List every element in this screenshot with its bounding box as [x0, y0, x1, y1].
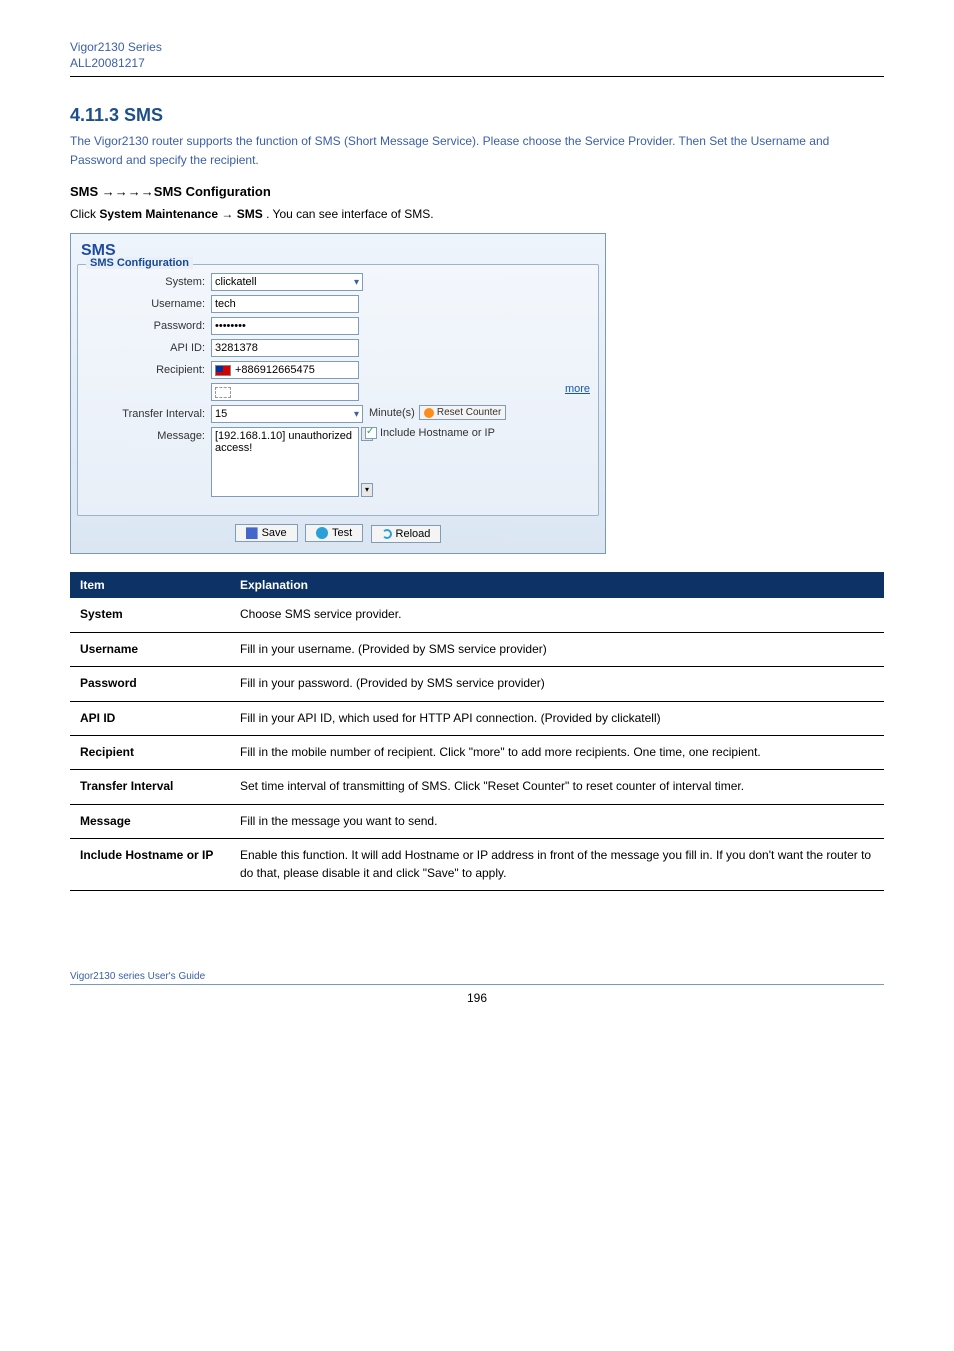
term: Username: [70, 632, 230, 666]
term: Transfer Interval: [70, 770, 230, 804]
save-label: Save: [262, 527, 287, 539]
table-row: UsernameFill in your username. (Provided…: [70, 632, 884, 666]
interval-value: 15: [215, 408, 227, 420]
path-bold-b: SMS: [237, 207, 263, 221]
table-row: MessageFill in the message you want to s…: [70, 804, 884, 838]
arrow-icon: →: [221, 207, 233, 221]
flag-empty-icon: [215, 387, 231, 398]
system-select[interactable]: clickatell ▾: [211, 273, 363, 291]
row-message: Message: [192.168.1.10] unauthorized acc…: [86, 427, 590, 497]
recipient-input-1[interactable]: +886912665475: [211, 361, 359, 379]
desc: Set time interval of transmitting of SMS…: [230, 770, 884, 804]
header-subtitle: ALL20081217: [70, 56, 884, 70]
password-input[interactable]: [211, 317, 359, 335]
desc: Choose SMS service provider.: [230, 598, 884, 632]
table-row: RecipientFill in the mobile number of re…: [70, 735, 884, 769]
sms-screenshot: SMS SMS Configuration System: clickatell…: [70, 233, 606, 554]
desc: Fill in your username. (Provided by SMS …: [230, 632, 884, 666]
term: Recipient: [70, 735, 230, 769]
minutes-label: Minute(s): [369, 407, 415, 419]
footer-note: Vigor2130 series User's Guide: [70, 971, 884, 982]
label-interval: Transfer Interval:: [86, 405, 211, 420]
description-table: Item Explanation SystemChoose SMS servic…: [70, 572, 884, 891]
table-row: API IDFill in your API ID, which used fo…: [70, 701, 884, 735]
recipient-input-2[interactable]: [211, 383, 359, 401]
term: System: [70, 598, 230, 632]
label-message: Message:: [86, 427, 211, 442]
test-button[interactable]: Test: [305, 524, 363, 542]
table-header-item: Item: [70, 572, 230, 598]
term: Message: [70, 804, 230, 838]
desc: Fill in your password. (Provided by SMS …: [230, 667, 884, 701]
save-icon: [246, 527, 258, 539]
reload-icon: [382, 529, 392, 539]
recipient-value-1: +886912665475: [235, 364, 315, 376]
header-product: Vigor2130 Series: [70, 40, 884, 54]
term: Password: [70, 667, 230, 701]
desc: Fill in the mobile number of recipient. …: [230, 735, 884, 769]
reset-icon: [424, 408, 434, 418]
row-recipient-2: more: [86, 383, 590, 401]
label-password: Password:: [86, 317, 211, 332]
reset-counter-button[interactable]: Reset Counter: [419, 405, 506, 420]
label-username: Username:: [86, 295, 211, 310]
reset-counter-label: Reset Counter: [437, 407, 501, 418]
section-title: 4.11.3 SMS: [70, 105, 884, 126]
path-bold-a: System Maintenance: [99, 207, 221, 221]
scroll-down-icon[interactable]: ▾: [361, 483, 373, 497]
desc: Enable this function. It will add Hostna…: [230, 839, 884, 891]
term: API ID: [70, 701, 230, 735]
reload-button[interactable]: Reload: [371, 525, 442, 543]
label-apiid: API ID:: [86, 339, 211, 354]
row-password: Password:: [86, 317, 590, 335]
include-hostname-label: Include Hostname or IP: [380, 427, 495, 439]
term: Include Hostname or IP: [70, 839, 230, 891]
table-row: Transfer IntervalSet time interval of tr…: [70, 770, 884, 804]
chevron-down-icon: ▾: [354, 409, 359, 420]
desc: Fill in your API ID, which used for HTTP…: [230, 701, 884, 735]
message-textarea[interactable]: [192.168.1.10] unauthorized access!: [211, 427, 359, 497]
desc: Fill in the message you want to send.: [230, 804, 884, 838]
label-blank: [86, 383, 211, 386]
flag-icon: [215, 365, 231, 376]
footer-divider: [70, 984, 884, 985]
interval-select[interactable]: 15 ▾: [211, 405, 363, 423]
section-description: The Vigor2130 router supports the functi…: [70, 132, 884, 170]
table-row: Include Hostname or IPEnable this functi…: [70, 839, 884, 891]
table-row: SystemChoose SMS service provider.: [70, 598, 884, 632]
system-select-value: clickatell: [215, 276, 257, 288]
row-system: System: clickatell ▾: [86, 273, 590, 291]
row-username: Username:: [86, 295, 590, 313]
fieldset-legend: SMS Configuration: [86, 257, 193, 269]
row-interval: Transfer Interval: 15 ▾ Minute(s) Reset …: [86, 405, 590, 423]
row-apiid: API ID:: [86, 339, 590, 357]
more-link[interactable]: more: [565, 383, 590, 395]
page-number: 196: [70, 991, 884, 1005]
button-bar: Save Test Reload: [77, 524, 599, 543]
label-system: System:: [86, 273, 211, 288]
subsection-path: Click System Maintenance → SMS . You can…: [70, 205, 884, 223]
label-recipient: Recipient:: [86, 361, 211, 376]
test-icon: [316, 527, 328, 539]
table-row: PasswordFill in your password. (Provided…: [70, 667, 884, 701]
save-button[interactable]: Save: [235, 524, 298, 542]
row-recipient-1: Recipient: +886912665475: [86, 361, 590, 379]
header-divider: [70, 76, 884, 77]
sms-configuration-fieldset: SMS Configuration System: clickatell ▾ U…: [77, 264, 599, 516]
subsection-title: SMS →→→→SMS Configuration: [70, 184, 884, 199]
chevron-down-icon: ▾: [354, 277, 359, 288]
path-prefix: Click: [70, 207, 99, 221]
path-suffix: . You can see interface of SMS.: [266, 207, 433, 221]
apiid-input[interactable]: [211, 339, 359, 357]
test-label: Test: [332, 527, 352, 539]
reload-label: Reload: [396, 528, 431, 540]
table-header-explanation: Explanation: [230, 572, 884, 598]
include-hostname-checkbox[interactable]: [365, 427, 377, 439]
username-input[interactable]: [211, 295, 359, 313]
